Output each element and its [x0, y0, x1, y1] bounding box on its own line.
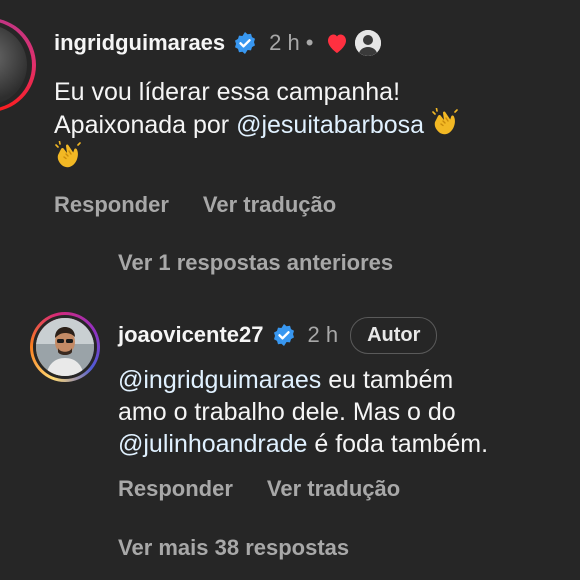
timestamp: 2 h [269, 30, 300, 55]
timestamp: 2 h [307, 322, 339, 347]
username[interactable]: joaovicente27 [118, 322, 264, 348]
reply-text-line1: @ingridguimaraes eu também [118, 364, 558, 396]
reply-button[interactable]: Responder [118, 476, 233, 502]
translate-button[interactable]: Ver tradução [267, 476, 400, 502]
reply-text-line2: amo o trabalho dele. Mas o do [118, 398, 456, 426]
verified-badge-icon [273, 324, 294, 346]
reply-button[interactable]: Responder [54, 192, 169, 218]
comment-text-line3 [54, 141, 554, 174]
clapping-hands-icon [432, 108, 458, 135]
comment-text-line2: Apaixonada por @jesuitabarbosa [54, 108, 554, 141]
translate-button[interactable]: Ver tradução [203, 192, 336, 218]
text-segment: é foda também. [307, 430, 489, 458]
comment-text: Eu vou líderar essa campanha! Apaixonada… [54, 76, 554, 174]
reply-text-line3: @julinhoandrade é foda também. [118, 428, 558, 460]
mention-link[interactable]: @ingridguimaraes [118, 366, 321, 394]
text-prefix: Apaixonada por [54, 111, 237, 139]
reply-header: joaovicente27 2 h Autor [118, 316, 438, 354]
liker-avatar[interactable] [355, 30, 382, 56]
comment-header: ingridguimaraes 2 h • [54, 28, 382, 58]
reply-actions: Responder Ver tradução [118, 476, 400, 502]
reply-text: @ingridguimaraes eu também amo o trabalh… [118, 364, 558, 460]
verified-badge-icon [235, 32, 256, 54]
avatar-joaovicente27[interactable] [30, 312, 100, 382]
username[interactable]: ingridguimaraes [54, 30, 225, 56]
heart-icon[interactable] [325, 32, 349, 54]
comment-text-line1: Eu vou líderar essa campanha! [54, 78, 401, 106]
separator-dot: • [305, 30, 314, 55]
clapping-hands-icon [55, 141, 81, 168]
mention-link[interactable]: @julinhoandrade [118, 430, 307, 458]
avatar-ingridguimaraes[interactable] [0, 18, 36, 112]
text-segment: eu também [321, 366, 454, 394]
reply-joaovicente27: joaovicente27 2 h Autor @ingridguimaraes… [0, 300, 580, 520]
view-more-replies[interactable]: Ver mais 38 respostas [118, 535, 349, 561]
comment-actions: Responder Ver tradução [54, 192, 336, 218]
comment-ingridguimaraes: ingridguimaraes 2 h • Eu vou líderar ess… [0, 0, 580, 230]
author-badge: Autor [350, 316, 438, 354]
view-previous-replies[interactable]: Ver 1 respostas anteriores [118, 250, 393, 276]
mention-link[interactable]: @jesuitabarbosa [236, 111, 424, 139]
